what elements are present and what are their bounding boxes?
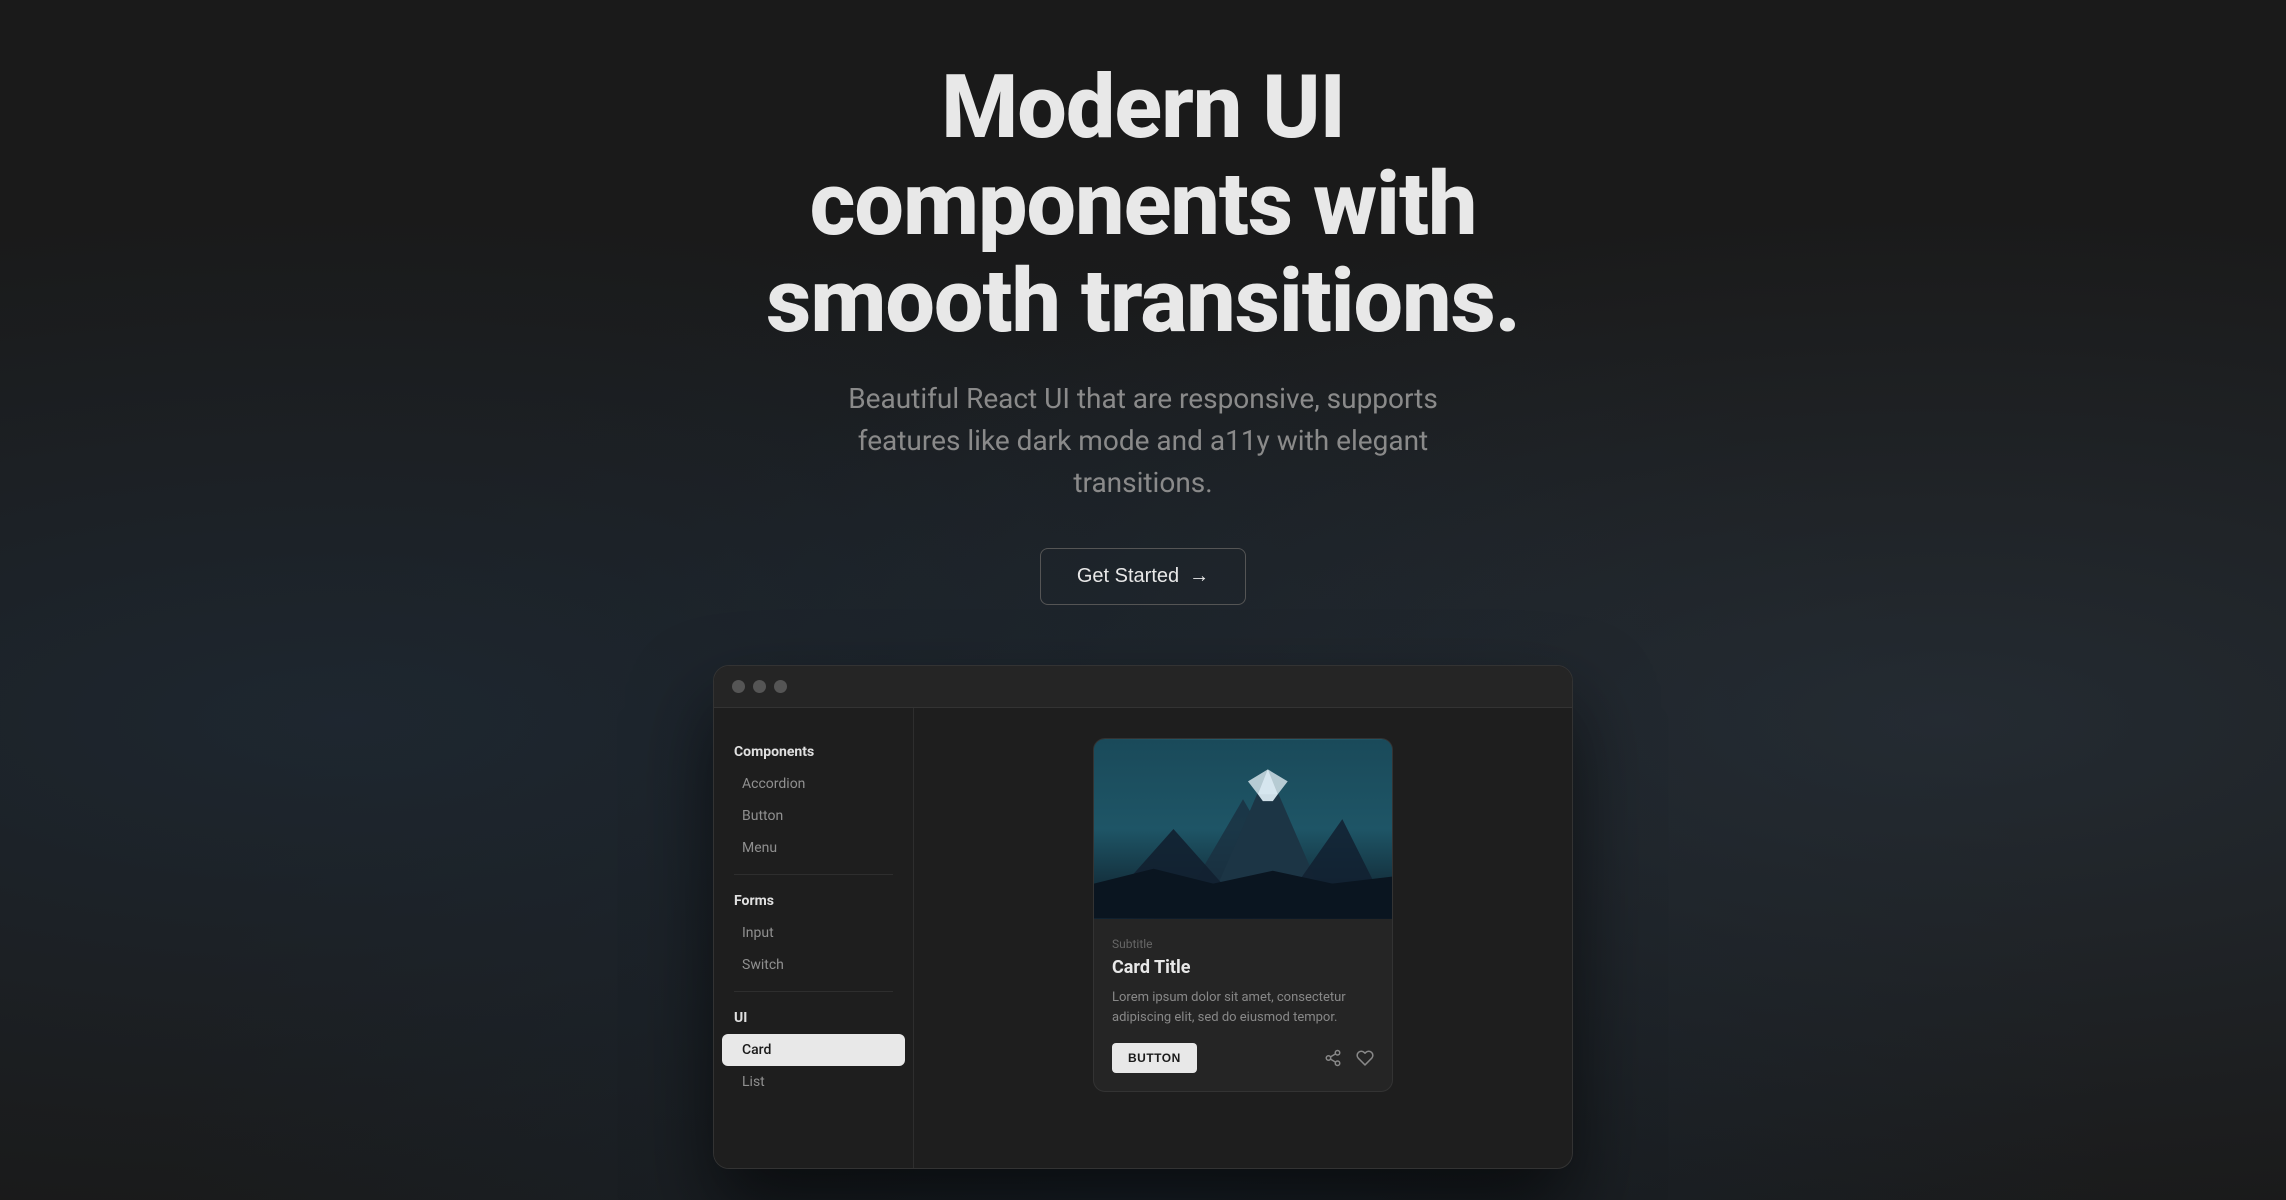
card-actions: BUTTON xyxy=(1112,1043,1374,1073)
heart-icon[interactable] xyxy=(1356,1049,1374,1067)
traffic-light-yellow xyxy=(753,680,766,693)
card-image-svg xyxy=(1094,739,1392,919)
page-wrapper: Modern UI components with smooth transit… xyxy=(0,0,2286,1200)
traffic-light-red xyxy=(732,680,745,693)
card-body: Subtitle Card Title Lorem ipsum dolor si… xyxy=(1094,919,1392,1091)
sidebar: Components Accordion Button Menu Forms I… xyxy=(714,708,914,1168)
sidebar-section-ui: UI xyxy=(714,1002,913,1034)
sidebar-item-menu[interactable]: Menu xyxy=(722,832,905,864)
sidebar-item-input[interactable]: Input xyxy=(722,917,905,949)
main-content: Subtitle Card Title Lorem ipsum dolor si… xyxy=(914,708,1572,1168)
window-titlebar xyxy=(714,666,1572,708)
hero-subtitle: Beautiful React UI that are responsive, … xyxy=(803,378,1483,504)
card-image xyxy=(1094,739,1392,919)
sidebar-item-switch[interactable]: Switch xyxy=(722,949,905,981)
window-content: Components Accordion Button Menu Forms I… xyxy=(714,708,1572,1168)
sidebar-section-forms: Forms xyxy=(714,885,913,917)
traffic-light-green xyxy=(774,680,787,693)
sidebar-item-card[interactable]: Card xyxy=(722,1034,905,1066)
sidebar-item-accordion[interactable]: Accordion xyxy=(722,768,905,800)
hero-title: Modern UI components with smooth transit… xyxy=(693,60,1593,350)
sidebar-item-button[interactable]: Button xyxy=(722,800,905,832)
sidebar-divider-2 xyxy=(734,991,893,992)
card-component: Subtitle Card Title Lorem ipsum dolor si… xyxy=(1093,738,1393,1092)
get-started-button[interactable]: Get Started → xyxy=(1040,548,1246,605)
sidebar-item-list[interactable]: List xyxy=(722,1066,905,1098)
card-icon-actions xyxy=(1324,1049,1374,1067)
card-text: Lorem ipsum dolor sit amet, consectetur … xyxy=(1112,988,1374,1027)
sidebar-divider-1 xyxy=(734,874,893,875)
hero-section: Modern UI components with smooth transit… xyxy=(693,60,1593,605)
sidebar-section-components: Components xyxy=(714,736,913,768)
card-subtitle: Subtitle xyxy=(1112,937,1374,951)
share-icon[interactable] xyxy=(1324,1049,1342,1067)
card-title: Card Title xyxy=(1112,957,1374,978)
card-action-button[interactable]: BUTTON xyxy=(1112,1043,1197,1073)
app-window: Components Accordion Button Menu Forms I… xyxy=(713,665,1573,1169)
